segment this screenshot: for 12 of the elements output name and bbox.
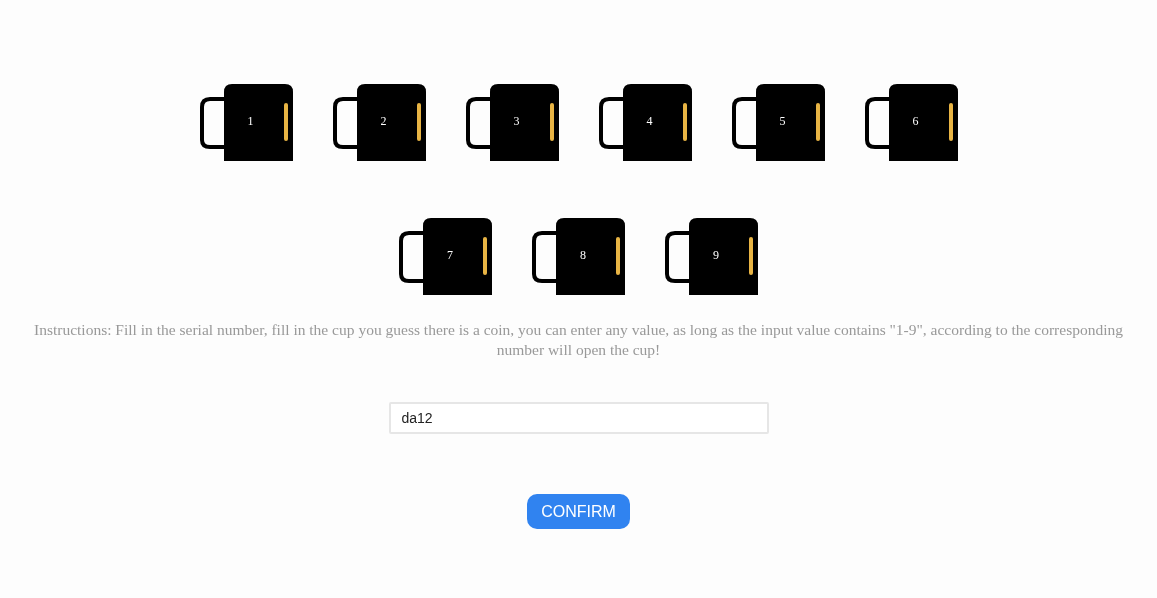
cup-number: 4 — [645, 114, 654, 128]
cup-number: 3 — [512, 114, 521, 128]
cup-number: 1 — [246, 114, 255, 128]
input-field[interactable]: da12 — [388, 402, 769, 434]
cup-number: 5 — [778, 114, 787, 128]
cup-number: 9 — [712, 248, 720, 262]
cup-number: 2 — [379, 114, 388, 128]
cup-number: 7 — [446, 248, 454, 262]
cup-number: 8 — [579, 248, 587, 262]
confirm-button[interactable]: CONFIRM — [527, 494, 630, 529]
cup-number: 6 — [911, 114, 920, 128]
instructions-text: Instructions: Fill in the serial number, fill in the cup you guess there is a coin, you can enter any value, as long as the input value contains "1-9", according to the corresponding number will open the cup! — [33, 320, 1124, 360]
